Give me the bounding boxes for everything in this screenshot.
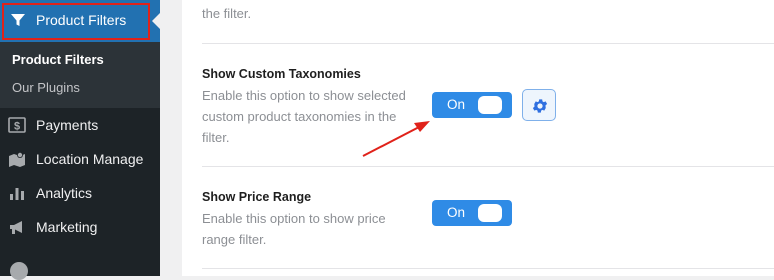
sidebar-item-marketing[interactable]: Marketing (0, 210, 160, 244)
row-divider (202, 268, 774, 269)
submenu-item-product-filters[interactable]: Product Filters (12, 52, 104, 67)
toggle-label: On (447, 97, 466, 112)
custom-taxonomies-settings-button[interactable] (522, 89, 556, 121)
sidebar-item-payments[interactable]: $ Payments (0, 108, 160, 142)
sidebar-submenu: Product Filters Our Plugins (0, 42, 160, 108)
toggle-knob (478, 204, 502, 222)
dollar-icon: $ (8, 116, 26, 134)
svg-text:$: $ (14, 121, 20, 133)
map-icon (8, 150, 26, 168)
row-divider (202, 166, 774, 167)
custom-taxonomies-toggle[interactable]: On (432, 92, 512, 118)
custom-taxonomies-title: Show Custom Taxonomies (202, 67, 361, 81)
custom-taxonomies-description: Enable this option to show selected cust… (202, 88, 406, 145)
settings-panel: the filter. Show Custom Taxonomies Enabl… (182, 0, 774, 276)
sidebar-item-label: Marketing (36, 219, 98, 235)
toggle-label: On (447, 205, 466, 220)
admin-sidebar: Product Filters Product Filters Our Plug… (0, 0, 160, 280)
sidebar-item-analytics[interactable]: Analytics (0, 176, 160, 210)
submenu-item-our-plugins[interactable]: Our Plugins (12, 80, 80, 95)
price-range-description: Enable this option to show price range f… (202, 211, 386, 247)
megaphone-icon (8, 218, 26, 236)
previous-row-description: the filter. (202, 6, 252, 21)
row-divider (202, 43, 774, 44)
current-menu-arrow (152, 13, 160, 29)
toggle-knob (478, 96, 502, 114)
highlight-box (2, 3, 150, 40)
price-range-title: Show Price Range (202, 190, 312, 204)
sidebar-item-product-filters[interactable]: Product Filters (0, 0, 160, 42)
sidebar-item-location-manage[interactable]: Location Manage (0, 142, 160, 176)
sidebar-item-label: Analytics (36, 185, 93, 201)
price-range-toggle[interactable]: On (432, 200, 512, 226)
sidebar-item-label: Location Manage (36, 151, 144, 167)
sidebar-item-label: Payments (36, 117, 99, 133)
partial-menu-icon (10, 262, 28, 280)
bar-chart-icon (8, 184, 26, 202)
settings-content: the filter. Show Custom Taxonomies Enabl… (160, 0, 774, 276)
